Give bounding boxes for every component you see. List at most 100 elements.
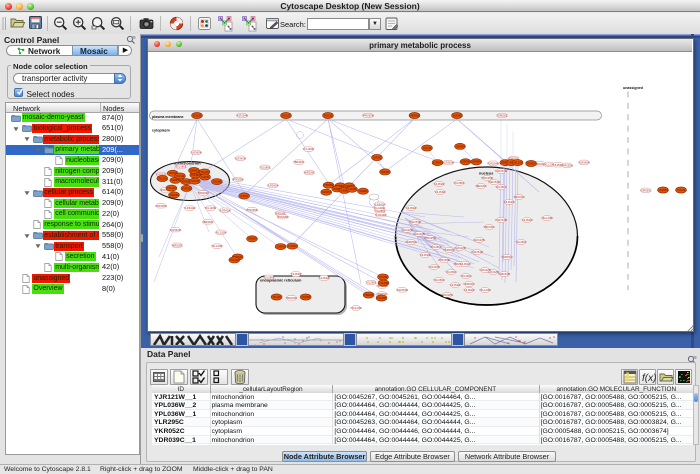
svg-text:YOL086C: YOL086C: [495, 185, 507, 189]
svg-text:YGR254: YGR254: [658, 189, 668, 192]
svg-text:YLR342W: YLR342W: [428, 265, 440, 269]
svg-text:YLR342: YLR342: [373, 156, 382, 159]
svg-text:YLR342W: YLR342W: [454, 246, 466, 250]
svg-text:YLR342: YLR342: [288, 245, 297, 248]
svg-text:YBR209: YBR209: [248, 238, 258, 241]
svg-text:YLR342W: YLR342W: [169, 228, 181, 232]
svg-text:YPR035W: YPR035W: [277, 215, 290, 219]
svg-text:YOL086C: YOL086C: [433, 278, 445, 282]
svg-text:YLR342: YLR342: [453, 114, 462, 117]
svg-text:YBR209C: YBR209C: [198, 191, 210, 195]
svg-text:YOL086: YOL086: [348, 188, 357, 191]
svg-text:YOL086: YOL086: [230, 259, 239, 262]
svg-text:YKL120: YKL120: [324, 114, 333, 117]
svg-text:YGR254W: YGR254W: [498, 272, 511, 276]
svg-text:YPR035W: YPR035W: [155, 204, 168, 208]
svg-text:YKL120W: YKL120W: [303, 147, 315, 151]
svg-text:YBR209C: YBR209C: [303, 171, 315, 175]
svg-text:YKL120W: YKL120W: [350, 306, 362, 310]
svg-text:YBR209C: YBR209C: [293, 160, 305, 164]
svg-text:YOL086: YOL086: [191, 174, 200, 177]
svg-text:YOL086C: YOL086C: [175, 165, 187, 169]
svg-text:YPR035W: YPR035W: [438, 258, 451, 262]
svg-text:YOL086C: YOL086C: [460, 274, 472, 278]
svg-text:YLR342W: YLR342W: [190, 151, 202, 155]
svg-text:YOL086: YOL086: [379, 276, 388, 279]
svg-text:YJL052W: YJL052W: [449, 283, 461, 287]
svg-text:YOL086C: YOL086C: [453, 181, 465, 185]
svg-text:YGR254W: YGR254W: [487, 161, 500, 165]
svg-text:YLR342W: YLR342W: [267, 184, 279, 188]
svg-text:YBR209: YBR209: [410, 114, 420, 117]
svg-text:YGR254W: YGR254W: [488, 180, 501, 184]
svg-text:YOL086C: YOL086C: [365, 281, 377, 285]
svg-text:YOL086C: YOL086C: [515, 240, 527, 244]
svg-text:YLR342W: YLR342W: [234, 156, 246, 160]
svg-text:YKL120: YKL120: [158, 177, 167, 180]
svg-text:YGR254W: YGR254W: [495, 218, 508, 222]
svg-text:YLR342: YLR342: [190, 180, 199, 183]
svg-text:YOL086: YOL086: [301, 296, 310, 299]
svg-text:YGR254: YGR254: [455, 145, 465, 148]
svg-text:YDR050C: YDR050C: [496, 114, 508, 118]
svg-text:YDR050C: YDR050C: [463, 282, 475, 286]
svg-text:YOL086: YOL086: [379, 282, 388, 285]
svg-text:YDR050: YDR050: [324, 184, 334, 187]
svg-text:unassigned: unassigned: [623, 86, 643, 90]
svg-text:YKL120: YKL120: [193, 114, 202, 117]
svg-text:YBR209C: YBR209C: [171, 243, 183, 247]
svg-text:YGR254W: YGR254W: [236, 114, 249, 118]
svg-text:YPR035W: YPR035W: [424, 236, 437, 240]
svg-text:YJL052W: YJL052W: [503, 200, 515, 204]
svg-text:YJL052W: YJL052W: [434, 190, 446, 194]
svg-text:YPR035W: YPR035W: [561, 163, 574, 167]
svg-text:YKL120W: YKL120W: [541, 216, 553, 220]
svg-text:YLR342W: YLR342W: [375, 213, 387, 217]
svg-text:YLR342: YLR342: [240, 195, 249, 198]
svg-text:YJL052W: YJL052W: [290, 272, 302, 276]
svg-text:YDR050: YDR050: [461, 161, 471, 164]
svg-text:YGR254: YGR254: [322, 191, 332, 194]
svg-text:YDR050: YDR050: [169, 194, 179, 197]
svg-text:cytoplasm: cytoplasm: [152, 129, 170, 133]
svg-text:YKL120: YKL120: [176, 175, 185, 178]
svg-text:YGR254W: YGR254W: [396, 288, 409, 292]
svg-text:YOL086C: YOL086C: [445, 270, 457, 274]
svg-text:YGR254: YGR254: [527, 162, 537, 165]
svg-text:YDR050C: YDR050C: [405, 240, 417, 244]
svg-text:YKL120W: YKL120W: [211, 244, 223, 248]
svg-text:YLR342W: YLR342W: [479, 268, 491, 272]
svg-text:YBR209C: YBR209C: [202, 220, 214, 224]
svg-text:YLR342W: YLR342W: [184, 206, 196, 210]
svg-text:YKL120: YKL120: [282, 114, 291, 117]
svg-text:YJL052W: YJL052W: [521, 218, 533, 222]
svg-text:YPR035W: YPR035W: [246, 208, 259, 212]
svg-text:YKL120: YKL120: [200, 171, 209, 174]
svg-text:YJL052W: YJL052W: [463, 288, 475, 292]
svg-text:YBR209C: YBR209C: [475, 184, 487, 188]
svg-text:f(x): f(x): [642, 373, 656, 384]
svg-text:plasma membrane: plasma membrane: [152, 115, 184, 119]
svg-text:YDR050C: YDR050C: [501, 255, 513, 259]
svg-text:YBR209C: YBR209C: [483, 225, 495, 229]
svg-text:YGR254W: YGR254W: [409, 220, 422, 224]
svg-text:YLR342W: YLR342W: [401, 228, 413, 232]
svg-text:YLR342W: YLR342W: [441, 293, 453, 297]
svg-text:YDR050C: YDR050C: [640, 188, 652, 192]
svg-text:YKL120W: YKL120W: [479, 288, 491, 292]
svg-text:YBR209: YBR209: [381, 171, 391, 174]
svg-text:YLR342W: YLR342W: [413, 232, 425, 236]
svg-text:YPR035W: YPR035W: [232, 178, 245, 182]
svg-text:YGR254W: YGR254W: [495, 169, 508, 173]
svg-text:YKL120: YKL120: [513, 162, 522, 165]
svg-text:YOL086C: YOL086C: [259, 165, 271, 169]
svg-text:YLR342W: YLR342W: [219, 208, 231, 212]
svg-text:YJL052W: YJL052W: [459, 262, 471, 266]
svg-text:YKL120: YKL120: [272, 296, 281, 299]
svg-text:YOL086C: YOL086C: [263, 275, 275, 279]
svg-text:YKL120W: YKL120W: [215, 230, 227, 234]
svg-text:YDR050: YDR050: [472, 161, 482, 164]
svg-text:YBR209C: YBR209C: [513, 195, 525, 199]
svg-text:YPR035W: YPR035W: [362, 114, 375, 118]
svg-text:YKL120: YKL120: [423, 147, 432, 150]
